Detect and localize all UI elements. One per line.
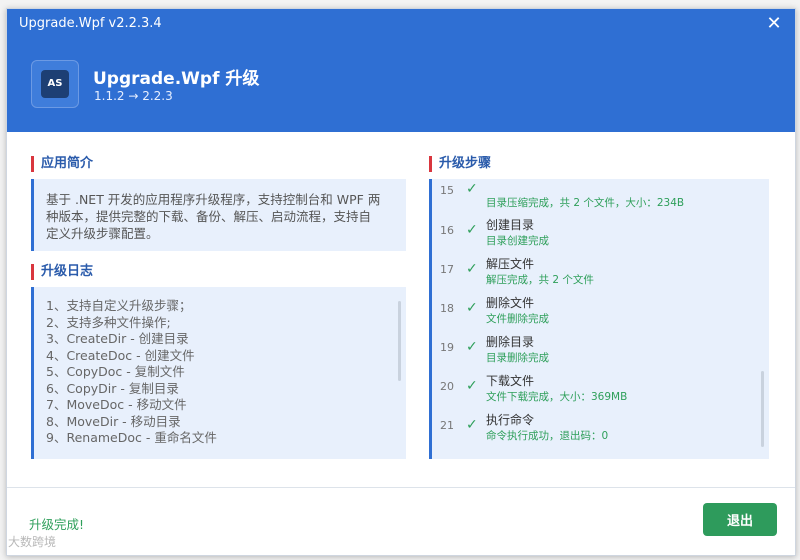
changelog-list: 1、支持自定义升级步骤； 2、支持多种文件操作; 3、CreateDir - 创… (46, 298, 217, 447)
changelog-section-title: 升级日志 (31, 264, 93, 280)
app-title: Upgrade.Wpf 升级 (93, 69, 260, 89)
check-icon: ✓ (466, 261, 478, 277)
intro-text: 基于 .NET 开发的应用程序升级程序，支持控制台和 WPF 两 种版本，提供完… (46, 191, 396, 242)
list-item: 6、CopyDir - 复制目录 (46, 380, 179, 396)
check-icon: ✓ (466, 181, 478, 197)
step-detail: 目录删除完成 (486, 352, 549, 364)
step-detail: 文件下载完成，大小：369MB (486, 391, 628, 403)
step-detail: 命令执行成功，退出码：0 (486, 430, 609, 442)
step-row: 17 ✓ 解压文件 解压完成，共 2 个文件 (432, 253, 762, 289)
app-logo: AS (31, 60, 79, 108)
footer-divider (7, 487, 795, 488)
window-title: Upgrade.Wpf v2.2.3.4 (19, 16, 162, 31)
step-name: 创建目录 (486, 218, 535, 232)
step-row: 19 ✓ 删除目录 目录删除完成 (432, 331, 762, 367)
upgrade-window: Upgrade.Wpf v2.2.3.4 ✕ AS Upgrade.Wpf 升级… (6, 8, 796, 556)
intro-line: 基于 .NET 开发的应用程序升级程序，支持控制台和 WPF 两 (46, 192, 381, 207)
step-number: 18 (440, 302, 454, 315)
step-row: 21 ✓ 执行命令 命令执行成功，退出码：0 (432, 409, 762, 445)
watermark: 大数跨境 (8, 535, 57, 549)
check-icon: ✓ (466, 378, 478, 394)
logo-text: AS (41, 70, 69, 98)
step-detail: 目录创建完成 (486, 235, 549, 247)
step-row: 18 ✓ 删除文件 文件删除完成 (432, 292, 762, 328)
step-detail: 文件删除完成 (486, 313, 549, 325)
step-number: 20 (440, 380, 454, 393)
intro-line: 种版本，提供完整的下载、备份、解压、启动流程，支持自 (46, 209, 372, 224)
list-item: 1、支持自定义升级步骤； (46, 298, 192, 313)
steps-section-title: 升级步骤 (429, 156, 491, 172)
intro-section-title: 应用简介 (31, 156, 93, 172)
list-item: 8、MoveDir - 移动目录 (46, 413, 181, 429)
check-icon: ✓ (466, 222, 478, 238)
header-banner: Upgrade.Wpf v2.2.3.4 ✕ AS Upgrade.Wpf 升级… (7, 9, 795, 132)
step-number: 15 (440, 184, 454, 197)
exit-button[interactable]: 退出 (703, 503, 777, 536)
check-icon: ✓ (466, 339, 478, 355)
step-name: 执行命令 (486, 413, 535, 427)
list-item: 7、MoveDoc - 移动文件 (46, 397, 187, 412)
step-name: 删除目录 (486, 335, 535, 349)
step-name: 解压文件 (486, 257, 535, 271)
step-row: 20 ✓ 下载文件 文件下载完成，大小：369MB (432, 370, 762, 406)
step-row: 16 ✓ 创建目录 目录创建完成 (432, 214, 762, 250)
list-item: 3、CreateDir - 创建目录 (46, 331, 189, 346)
list-item: 9、RenameDoc - 重命名文件 (46, 430, 217, 445)
step-detail: 目录压缩完成，共 2 个文件，大小：234B (486, 197, 685, 209)
steps-scrollbar[interactable] (761, 371, 764, 447)
version-text: 1.1.2 → 2.2.3 (94, 89, 173, 103)
step-number: 16 (440, 224, 454, 237)
list-item: 5、CopyDoc - 复制文件 (46, 364, 185, 379)
step-number: 17 (440, 263, 454, 276)
intro-panel: 基于 .NET 开发的应用程序升级程序，支持控制台和 WPF 两 种版本，提供完… (31, 179, 406, 251)
close-icon[interactable]: ✕ (763, 13, 785, 35)
changelog-scrollbar[interactable] (398, 301, 401, 381)
step-detail: 解压完成，共 2 个文件 (486, 274, 594, 286)
step-number: 21 (440, 419, 454, 432)
status-text: 升级完成! (29, 517, 85, 532)
list-item: 2、支持多种文件操作; (46, 314, 171, 330)
intro-line: 定义升级步骤配置。 (46, 226, 159, 241)
step-name: 删除文件 (486, 296, 535, 310)
step-number: 19 (440, 341, 454, 354)
changelog-panel[interactable]: 1、支持自定义升级步骤； 2、支持多种文件操作; 3、CreateDir - 创… (31, 287, 406, 459)
check-icon: ✓ (466, 417, 478, 433)
steps-panel[interactable]: 15 ✓ 目录压缩完成，共 2 个文件，大小：234B 16 ✓ 创建目录 目录… (429, 179, 769, 459)
check-icon: ✓ (466, 300, 478, 316)
list-item: 4、CreateDoc - 创建文件 (46, 347, 195, 363)
step-name: 下载文件 (486, 374, 535, 388)
